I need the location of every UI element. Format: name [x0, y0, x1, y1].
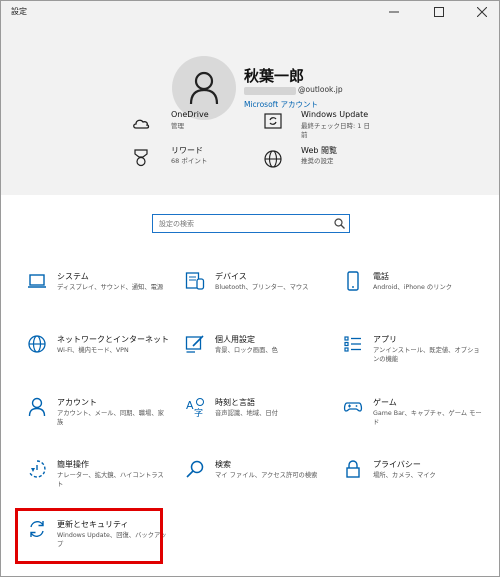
account-header: 秋葉一郎 @outlook.jp Microsoft アカウント OneDriv… — [1, 23, 499, 195]
close-button[interactable] — [467, 1, 497, 23]
quick-item-subtitle: 最終チェック日時: 1 日前 — [301, 122, 370, 139]
quick-item-subtitle: 推奨の設定 — [301, 157, 334, 165]
svg-text:A: A — [186, 399, 194, 412]
person-icon — [28, 397, 46, 417]
tile-subtitle: 場所、カメラ、マイク — [373, 472, 436, 479]
quick-item-title: Web 閲覧 — [301, 146, 337, 155]
phone-icon — [347, 271, 359, 291]
window-title: 設定 — [11, 7, 27, 16]
tile-title: プライバシー — [373, 460, 421, 469]
minimize-icon — [389, 11, 399, 13]
time-language-icon: A 字 — [186, 398, 204, 417]
tile-subtitle: Wi-Fi、機内モード、VPN — [57, 347, 129, 354]
tile-title: 検索 — [215, 460, 231, 469]
settings-window: 設定 秋葉一郎 @outlook.jp Microsoft アカウント OneD… — [0, 0, 500, 577]
tile-gaming[interactable]: ゲーム Game Bar、キャプチャ、ゲーム モード — [343, 397, 493, 443]
email-redacted — [244, 87, 296, 95]
tile-subtitle: ナレーター、拡大鏡、ハイコントラスト — [57, 472, 164, 488]
tile-apps[interactable]: アプリ アンインストール、既定値、オプションの機能 — [343, 334, 493, 380]
tile-title: ゲーム — [373, 398, 397, 407]
quick-item-title: リワード — [171, 146, 203, 155]
tile-title: 個人用設定 — [215, 335, 255, 344]
tile-network[interactable]: ネットワークとインターネット Wi-Fi、機内モード、VPN — [27, 334, 177, 380]
quick-item-title: Windows Update — [301, 110, 369, 119]
tile-ease-of-access[interactable]: 簡単操作 ナレーター、拡大鏡、ハイコントラスト — [27, 459, 177, 505]
user-email: @outlook.jp — [298, 85, 343, 94]
maximize-icon — [434, 7, 444, 17]
tile-privacy[interactable]: プライバシー 場所、カメラ、マイク — [343, 459, 493, 505]
cloud-icon — [133, 119, 150, 129]
tile-personalization[interactable]: 個人用設定 背景、ロック画面、色 — [185, 334, 335, 380]
tile-title: 簡単操作 — [57, 460, 89, 469]
tile-title: アカウント — [57, 398, 97, 407]
tile-accounts[interactable]: アカウント アカウント、メール、同期、職場、家族 — [27, 397, 177, 443]
tile-devices[interactable]: デバイス Bluetooth、プリンター、マウス — [185, 271, 335, 317]
network-globe-icon — [28, 335, 46, 353]
tile-subtitle: Android、iPhone のリンク — [373, 284, 453, 291]
tile-title: 電話 — [373, 272, 389, 281]
quick-item-subtitle: 管理 — [171, 122, 184, 130]
tile-subtitle: Bluetooth、プリンター、マウス — [215, 284, 309, 291]
tile-title: デバイス — [215, 272, 247, 281]
close-icon — [477, 7, 487, 17]
tile-subtitle: アカウント、メール、同期、職場、家族 — [57, 410, 164, 426]
quick-item-title: OneDrive — [171, 110, 209, 119]
tile-system[interactable]: システム ディスプレイ、サウンド、通知、電源 — [27, 271, 177, 317]
search-magnifier-icon — [186, 460, 204, 478]
update-refresh-icon — [264, 113, 282, 129]
ease-of-access-icon — [29, 460, 46, 478]
minimize-button[interactable] — [379, 1, 409, 23]
settings-search-box[interactable]: 設定の検索 — [152, 214, 350, 233]
svg-text:字: 字 — [194, 407, 203, 417]
highlight-frame — [15, 508, 163, 564]
search-icon[interactable] — [334, 218, 345, 229]
lock-icon — [346, 460, 360, 478]
search-placeholder: 設定の検索 — [159, 220, 194, 228]
title-bar: 設定 — [1, 1, 499, 23]
tile-title: システム — [57, 272, 89, 281]
maximize-button[interactable] — [424, 1, 454, 23]
user-name: 秋葉一郎 — [244, 67, 305, 85]
tile-search[interactable]: 検索 マイ ファイル、アクセス許可の検索 — [185, 459, 335, 505]
tile-subtitle: ディスプレイ、サウンド、通知、電源 — [57, 284, 164, 291]
tile-title: アプリ — [373, 335, 397, 344]
microsoft-account-link[interactable]: Microsoft アカウント — [244, 99, 318, 110]
tile-subtitle: マイ ファイル、アクセス許可の検索 — [215, 472, 318, 479]
apps-list-icon — [344, 336, 361, 352]
tile-subtitle: アンインストール、既定値、オプションの機能 — [373, 347, 480, 363]
tile-phone[interactable]: 電話 Android、iPhone のリンク — [343, 271, 493, 317]
tile-time-language[interactable]: A 字 時刻と言語 音声認識、地域、日付 — [185, 397, 335, 443]
laptop-icon — [28, 274, 46, 288]
personalization-icon — [185, 335, 204, 353]
medal-icon — [134, 149, 148, 167]
globe-icon — [264, 150, 282, 168]
person-avatar-icon — [189, 71, 219, 105]
devices-icon — [185, 272, 205, 290]
tile-subtitle: Game Bar、キャプチャ、ゲーム モード — [373, 410, 482, 426]
tile-title: 時刻と言語 — [215, 398, 255, 407]
tile-title: ネットワークとインターネット — [57, 335, 169, 344]
quick-item-subtitle: 68 ポイント — [171, 157, 208, 165]
gamepad-icon — [343, 402, 363, 412]
tile-subtitle: 音声認識、地域、日付 — [215, 410, 278, 417]
tile-subtitle: 背景、ロック画面、色 — [215, 347, 278, 354]
